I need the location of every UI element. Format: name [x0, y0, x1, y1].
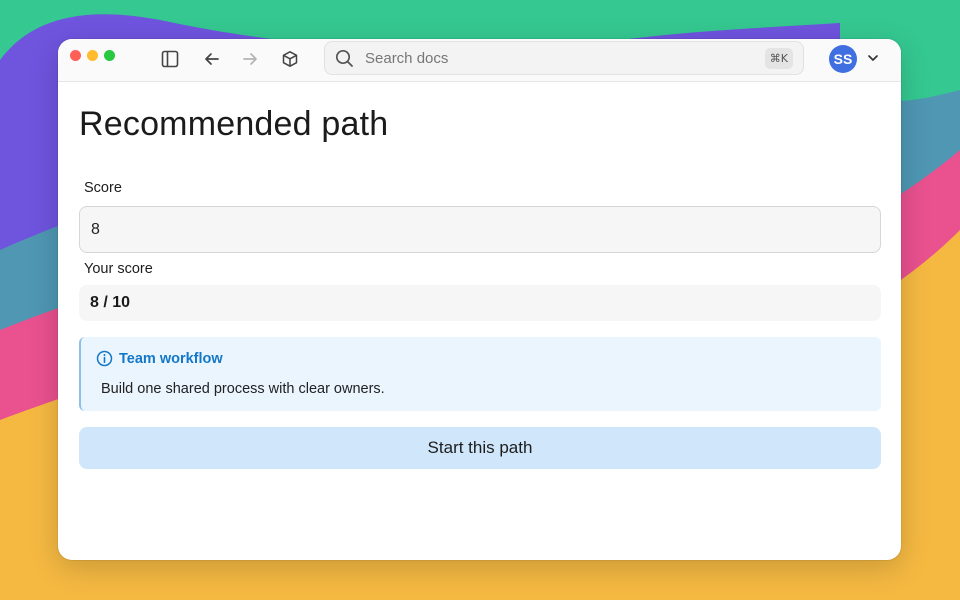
- search-input[interactable]: [363, 48, 765, 68]
- search-icon: [335, 48, 355, 68]
- app-window: ⌘K SS Recommended path Score Your score …: [58, 39, 901, 560]
- user-avatar[interactable]: SS: [829, 45, 857, 73]
- packages-button[interactable]: [278, 48, 302, 70]
- forward-arrow-icon: [243, 53, 257, 65]
- close-window-button[interactable]: [70, 50, 81, 61]
- page-title: Recommended path: [79, 105, 389, 143]
- back-button[interactable]: [200, 48, 224, 70]
- cube-icon: [282, 51, 298, 67]
- zoom-window-button[interactable]: [104, 50, 115, 61]
- callout-header: Team workflow: [96, 350, 223, 367]
- sidebar-toggle-icon: [161, 50, 179, 68]
- back-arrow-icon: [205, 53, 219, 65]
- search-bar[interactable]: ⌘K: [324, 41, 804, 75]
- title-bar: ⌘K SS: [58, 39, 901, 82]
- score-label: Score: [84, 180, 122, 196]
- your-score-label: Your score: [84, 261, 153, 277]
- score-input[interactable]: [79, 206, 881, 253]
- minimize-window-button[interactable]: [87, 50, 98, 61]
- forward-button[interactable]: [238, 48, 262, 70]
- search-shortcut-badge: ⌘K: [764, 47, 793, 69]
- info-callout: Team workflow Build one shared process w…: [79, 337, 881, 411]
- your-score-value: 8 / 10: [79, 285, 881, 321]
- chevron-down-icon[interactable]: [866, 51, 880, 65]
- start-path-button[interactable]: Start this path: [79, 427, 881, 469]
- info-icon: [96, 350, 113, 367]
- callout-title: Team workflow: [119, 350, 223, 367]
- sidebar-toggle-button[interactable]: [158, 48, 182, 70]
- callout-body: Build one shared process with clear owne…: [101, 381, 385, 397]
